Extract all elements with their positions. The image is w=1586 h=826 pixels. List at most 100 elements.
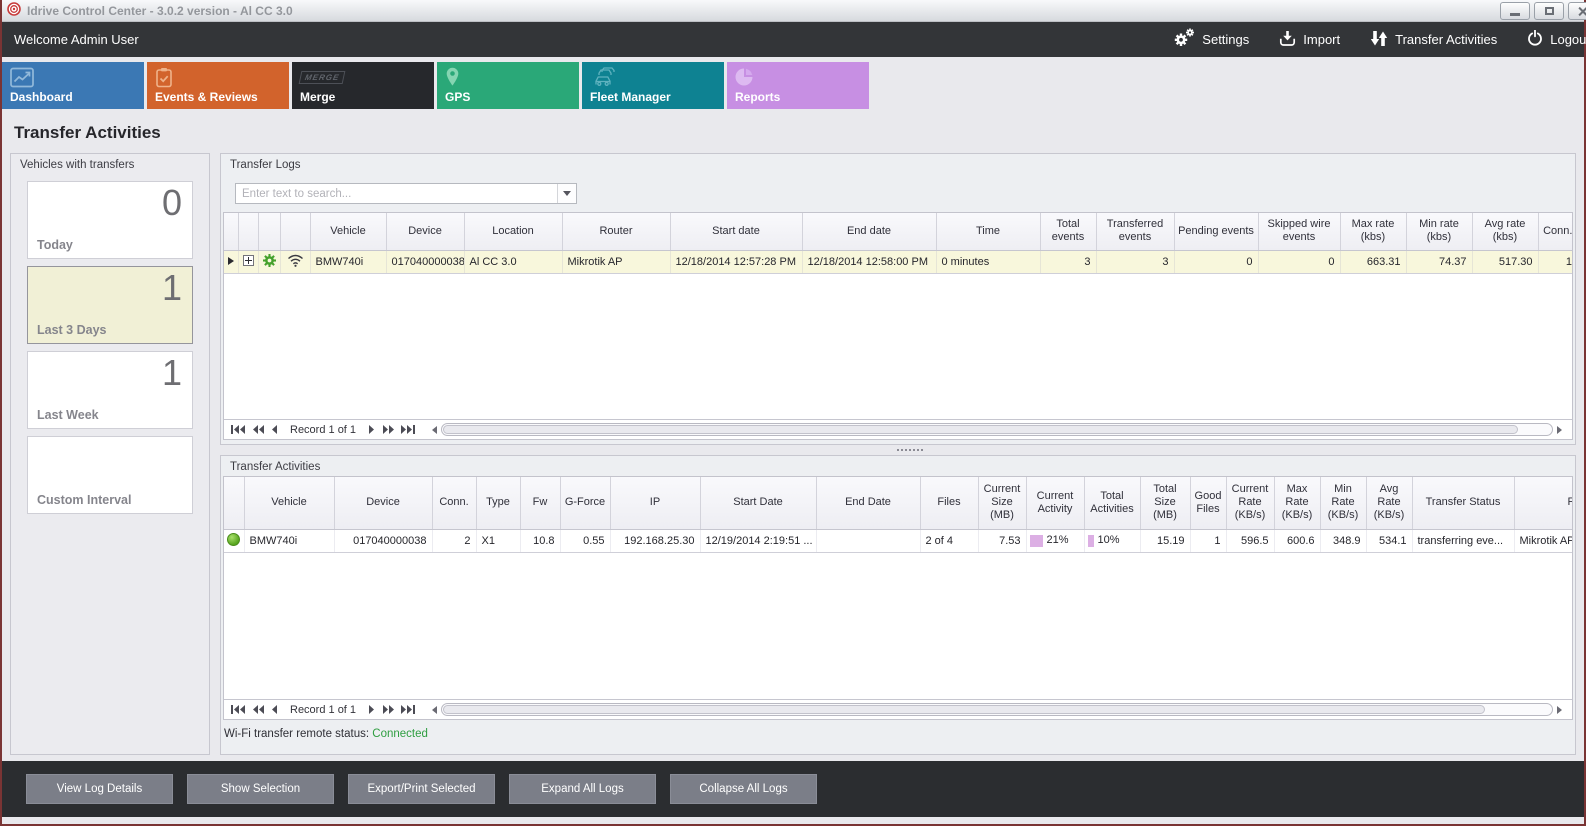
column-header-device[interactable]: Device (334, 477, 432, 529)
column-header-location[interactable]: Location (464, 213, 562, 250)
import-button[interactable]: Import (1279, 30, 1340, 50)
skipped-wire-events-cell: 0 (1258, 250, 1340, 273)
logout-button[interactable]: Logout (1527, 30, 1586, 49)
column-header-vehicle[interactable]: Vehicle (244, 477, 334, 529)
card-last-week[interactable]: 1 Last Week (27, 351, 193, 429)
export-print-selected-button[interactable]: Export/Print Selected (348, 774, 495, 804)
column-header-total-events[interactable]: Total events (1040, 213, 1096, 250)
first-record-button[interactable] (230, 425, 245, 434)
column-header-pending-events[interactable]: Pending events (1174, 213, 1258, 250)
prev-record-button[interactable] (271, 425, 278, 434)
column-header-min-rate[interactable]: Min Rate (KB/s) (1320, 477, 1366, 529)
last-record-button[interactable] (401, 705, 416, 714)
scroll-left-icon (432, 706, 437, 714)
column-header-router[interactable]: Router (1514, 477, 1572, 529)
tile-events-reviews[interactable]: Events & Reviews (147, 62, 289, 109)
last-record-button[interactable] (401, 425, 416, 434)
close-button[interactable] (1568, 2, 1586, 20)
column-header-end-date[interactable]: End Date (816, 477, 920, 529)
tile-label: Merge (300, 90, 335, 104)
vehicle-cell: BMW740i (310, 250, 386, 273)
column-header-avg-rate[interactable]: Avg rate (kbs) (1472, 213, 1538, 250)
prev-page-button[interactable] (252, 425, 264, 434)
column-header-max-rate[interactable]: Max rate (kbs) (1340, 213, 1406, 250)
card-custom-interval[interactable]: Custom Interval (27, 436, 193, 514)
horizontal-scrollbar[interactable] (432, 423, 1562, 436)
next-page-button[interactable] (382, 425, 394, 434)
tile-dashboard[interactable]: Dashboard (2, 62, 144, 109)
show-selection-button[interactable]: Show Selection (187, 774, 334, 804)
app-window: Idrive Control Center - 3.0.2 version - … (0, 0, 1586, 826)
column-header-transferred-events[interactable]: Transferred events (1096, 213, 1174, 250)
good-files-cell: 1 (1190, 529, 1226, 552)
next-page-button[interactable] (382, 705, 394, 714)
table-row[interactable]: BMW740i 017040000038 Al CC 3.0 Mikrotik … (224, 250, 1572, 273)
column-header-ip[interactable]: IP (610, 477, 700, 529)
minimize-button[interactable] (1500, 2, 1530, 20)
transfer-logs-title: Transfer Logs (221, 154, 1575, 174)
tile-gps[interactable]: GPS (437, 62, 579, 109)
column-header-time[interactable]: Time (936, 213, 1040, 250)
splitter-grip-icon (897, 449, 899, 451)
column-header-current-size[interactable]: Current Size (MB) (978, 477, 1026, 529)
column-header-type[interactable]: Type (476, 477, 520, 529)
tile-reports[interactable]: Reports (727, 62, 869, 109)
search-dropdown-button[interactable] (557, 184, 576, 203)
collapse-all-logs-button[interactable]: Collapse All Logs (670, 774, 817, 804)
header-status (224, 477, 244, 529)
clipboard-check-icon (155, 66, 173, 88)
card-today[interactable]: 0 Today (27, 181, 193, 259)
tile-merge[interactable]: MERGE Merge (292, 62, 434, 109)
settings-button[interactable]: Settings (1173, 28, 1249, 51)
column-header-current-rate[interactable]: Current Rate (KB/s) (1226, 477, 1274, 529)
gear-cell[interactable] (258, 250, 280, 273)
column-header-current-activity[interactable]: Current Activity (1026, 477, 1084, 529)
row-indicator-cell (224, 250, 238, 273)
column-header-fw[interactable]: Fw (520, 477, 560, 529)
column-header-g-force[interactable]: G-Force (560, 477, 610, 529)
column-header-conn[interactable]: Conn. (432, 477, 476, 529)
column-header-router[interactable]: Router (562, 213, 670, 250)
column-header-device[interactable]: Device (386, 213, 464, 250)
column-header-transfer-status[interactable]: Transfer Status (1412, 477, 1514, 529)
expand-all-logs-button[interactable]: Expand All Logs (509, 774, 656, 804)
table-row[interactable]: BMW740i 017040000038 2 X1 10.8 0.55 192.… (224, 529, 1572, 552)
card-last-3-days[interactable]: 1 Last 3 Days (27, 266, 193, 344)
column-header-total-size[interactable]: Total Size (MB) (1140, 477, 1190, 529)
transfer-status-cell: transferring eve... (1412, 529, 1514, 552)
column-header-avg-rate[interactable]: Avg Rate (KB/s) (1366, 477, 1412, 529)
column-header-good-files[interactable]: Good Files (1190, 477, 1226, 529)
column-header-vehicle[interactable]: Vehicle (310, 213, 386, 250)
column-header-max-rate[interactable]: Max Rate (KB/s) (1274, 477, 1320, 529)
next-record-button[interactable] (368, 705, 375, 714)
horizontal-scrollbar[interactable] (432, 703, 1562, 716)
first-record-button[interactable] (230, 705, 245, 714)
status-cell (224, 529, 244, 552)
column-header-conn[interactable]: Conn. (1538, 213, 1572, 250)
next-record-button[interactable] (368, 425, 375, 434)
search-input[interactable] (236, 188, 557, 200)
column-header-start-date[interactable]: Start date (670, 213, 802, 250)
prev-record-button[interactable] (271, 705, 278, 714)
line-chart-icon (10, 66, 34, 88)
tile-fleet-manager[interactable]: Fleet Manager (582, 62, 724, 109)
fleet-cars-icon (590, 66, 620, 88)
column-header-files[interactable]: Files (920, 477, 978, 529)
panel-splitter[interactable] (220, 445, 1576, 455)
column-header-start-date[interactable]: Start Date (700, 477, 816, 529)
column-header-min-rate[interactable]: Min rate (kbs) (1406, 213, 1472, 250)
transfer-arrows-icon (1370, 30, 1388, 50)
download-icon (1279, 30, 1296, 50)
maximize-button[interactable] (1534, 2, 1564, 20)
column-header-total-activities[interactable]: Total Activities (1084, 477, 1140, 529)
column-header-skipped-wire-events[interactable]: Skipped wire events (1258, 213, 1340, 250)
expand-icon[interactable] (243, 255, 254, 266)
transfer-activities-button[interactable]: Transfer Activities (1370, 30, 1497, 50)
header-gear (258, 213, 280, 250)
transfer-activities-grid: Vehicle Device Conn. Type Fw G-Force IP … (223, 476, 1573, 720)
column-header-end-date[interactable]: End date (802, 213, 936, 250)
prev-page-button[interactable] (252, 705, 264, 714)
view-log-details-button[interactable]: View Log Details (26, 774, 173, 804)
pending-events-cell: 0 (1174, 250, 1258, 273)
expand-cell[interactable] (238, 250, 258, 273)
